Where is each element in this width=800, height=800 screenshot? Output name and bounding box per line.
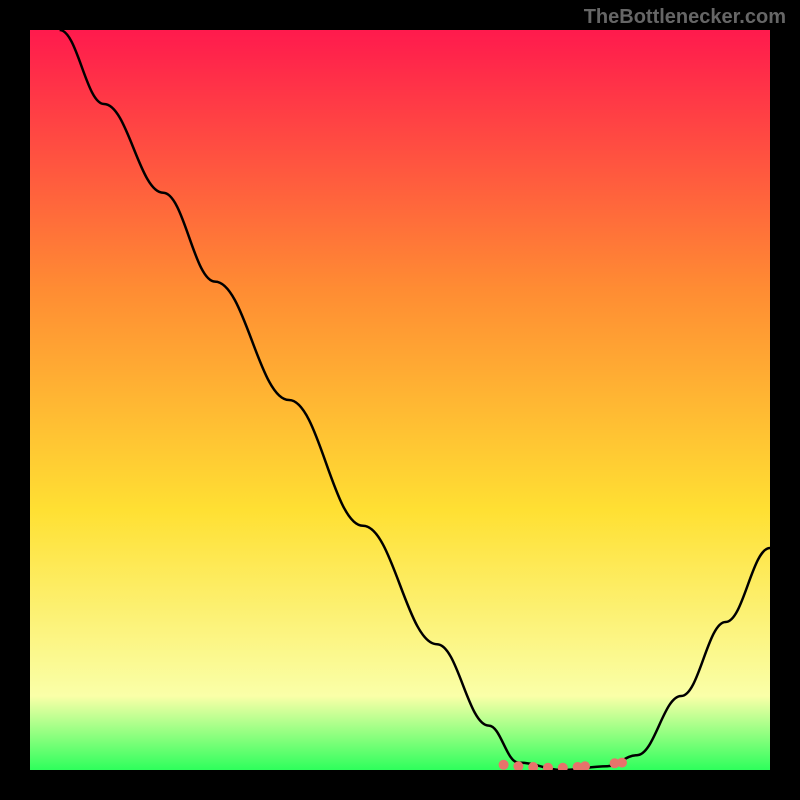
- marker-dot: [617, 758, 627, 768]
- watermark-label: TheBottlenecker.com: [584, 6, 786, 29]
- gradient-background: [30, 30, 770, 770]
- marker-dot: [499, 760, 509, 770]
- chart-plot-area: [30, 30, 770, 770]
- chart-svg: [30, 30, 770, 770]
